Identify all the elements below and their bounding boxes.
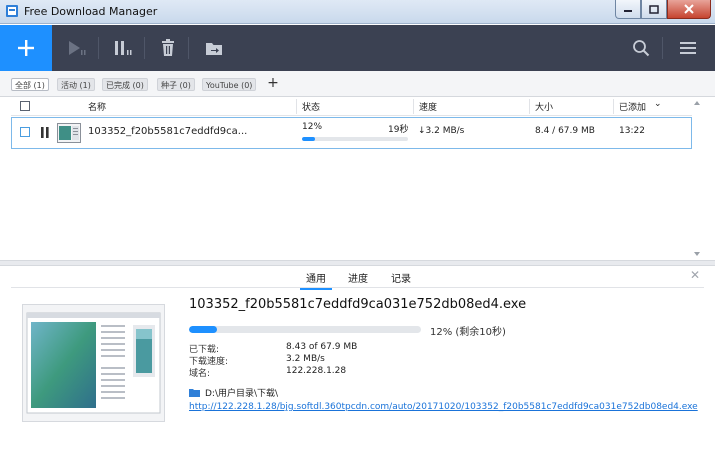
detail-progress-fill bbox=[189, 326, 217, 333]
maximize-button[interactable] bbox=[641, 0, 667, 19]
hamburger-menu-icon bbox=[680, 42, 696, 54]
folder-icon bbox=[189, 389, 200, 397]
scroll-down-arrow-icon[interactable] bbox=[694, 252, 700, 256]
source-url-link[interactable]: http://122.228.1.28/bjg.softdl.360tpcdn.… bbox=[189, 402, 698, 412]
row-progress-fill bbox=[302, 137, 315, 141]
pause-button[interactable] bbox=[112, 38, 134, 58]
row-status-percent: 12% bbox=[302, 122, 323, 132]
file-preview-image bbox=[22, 304, 165, 422]
maximize-icon bbox=[649, 4, 659, 14]
detail-file-name: 103352_f20b5581c7eddfd9ca031e752db08ed4.… bbox=[189, 297, 527, 312]
toolbar-separator bbox=[144, 37, 145, 59]
filter-tab-active[interactable]: 活动 (1) bbox=[57, 78, 95, 91]
detail-progress-text: 12% (剩余10秒) bbox=[430, 327, 506, 338]
title-bar: Free Download Manager bbox=[0, 0, 715, 24]
window-controls bbox=[615, 0, 711, 19]
toolbar-separator bbox=[98, 37, 99, 59]
row-checkbox[interactable] bbox=[20, 127, 30, 137]
details-tab-general[interactable]: 通用 bbox=[300, 270, 332, 290]
column-separator bbox=[529, 99, 530, 114]
column-header-status[interactable]: 状态 bbox=[302, 100, 320, 113]
details-tab-log[interactable]: 记录 bbox=[391, 270, 411, 285]
list-scrollbar[interactable] bbox=[692, 97, 704, 260]
column-separator bbox=[296, 99, 297, 114]
toolbar-separator bbox=[188, 37, 189, 59]
plus-icon bbox=[18, 40, 34, 56]
column-header-added[interactable]: 已添加 bbox=[619, 100, 646, 113]
domain-label: 域名: bbox=[189, 369, 211, 379]
filter-tab-completed[interactable]: 已完成 (0) bbox=[102, 78, 148, 91]
row-progress-bar bbox=[302, 137, 408, 141]
destination-folder-path: D:\用户目录\下载\ bbox=[205, 389, 279, 399]
search-icon bbox=[633, 40, 650, 57]
row-file-name: 103352_f20b5581c7eddfd9ca... bbox=[88, 126, 248, 137]
close-icon bbox=[684, 4, 694, 14]
details-tabs-divider bbox=[11, 287, 704, 288]
resume-button[interactable] bbox=[66, 38, 88, 58]
play-icon bbox=[69, 41, 86, 55]
download-speed-value: 3.2 MB/s bbox=[286, 354, 325, 364]
main-toolbar bbox=[0, 25, 715, 71]
downloaded-value: 8.43 of 67.9 MB bbox=[286, 342, 358, 352]
table-row[interactable]: 103352_f20b5581c7eddfd9ca... 12% 19秒 ↓3.… bbox=[11, 117, 692, 149]
column-header-speed[interactable]: 速度 bbox=[419, 100, 437, 113]
minimize-button[interactable] bbox=[615, 0, 641, 19]
destination-folder[interactable]: D:\用户目录\下载\ bbox=[189, 386, 278, 399]
download-list-empty-area bbox=[11, 149, 692, 259]
close-window-button[interactable] bbox=[667, 0, 711, 19]
sort-descending-icon: ⌄ bbox=[654, 99, 662, 109]
column-separator bbox=[413, 99, 414, 114]
details-pane: 通用 进度 记录 ✕ 103352_f20b5581c7eddfd9ca031e… bbox=[11, 266, 704, 454]
file-preview-icon bbox=[26, 312, 161, 414]
row-speed: ↓3.2 MB/s bbox=[418, 126, 465, 136]
column-header-name[interactable]: 名称 bbox=[88, 100, 106, 113]
filter-tab-torrents[interactable]: 种子 (0) bbox=[157, 78, 195, 91]
details-tab-progress[interactable]: 进度 bbox=[348, 270, 368, 285]
filter-tab-youtube[interactable]: YouTube (0) bbox=[202, 78, 257, 91]
minimize-icon bbox=[624, 10, 632, 12]
window-title: Free Download Manager bbox=[24, 5, 158, 18]
close-details-icon[interactable]: ✕ bbox=[689, 269, 701, 281]
select-all-checkbox[interactable] bbox=[20, 101, 30, 111]
folder-move-icon bbox=[206, 43, 222, 55]
delete-button[interactable] bbox=[157, 38, 179, 58]
domain-value: 122.228.1.28 bbox=[286, 366, 347, 376]
add-download-button[interactable] bbox=[0, 25, 52, 71]
column-header-size[interactable]: 大小 bbox=[535, 100, 553, 113]
filter-tab-all[interactable]: 全部 (1) bbox=[11, 78, 49, 91]
row-date-added: 13:22 bbox=[619, 126, 645, 136]
column-separator bbox=[613, 99, 614, 114]
app-logo-icon bbox=[6, 5, 18, 17]
main-menu-button[interactable] bbox=[677, 38, 699, 58]
trash-icon bbox=[162, 39, 174, 56]
download-list-header: 名称 状态 速度 大小 已添加 ⌄ bbox=[11, 97, 692, 116]
move-to-folder-button[interactable] bbox=[203, 38, 225, 58]
row-pause-button[interactable] bbox=[40, 126, 50, 139]
pause-icon bbox=[115, 41, 132, 55]
file-thumbnail-icon bbox=[57, 123, 81, 143]
filter-bar: 全部 (1) 活动 (1) 已完成 (0) 种子 (0) YouTube (0)… bbox=[0, 71, 715, 97]
scroll-up-arrow-icon[interactable] bbox=[694, 101, 700, 105]
row-size: 8.4 / 67.9 MB bbox=[535, 126, 595, 136]
add-filter-tab-button[interactable]: + bbox=[266, 76, 280, 91]
row-time-remaining: 19秒 bbox=[388, 125, 409, 135]
detail-progress-bar bbox=[189, 326, 421, 333]
toolbar-separator bbox=[662, 37, 663, 59]
search-button[interactable] bbox=[630, 38, 652, 58]
